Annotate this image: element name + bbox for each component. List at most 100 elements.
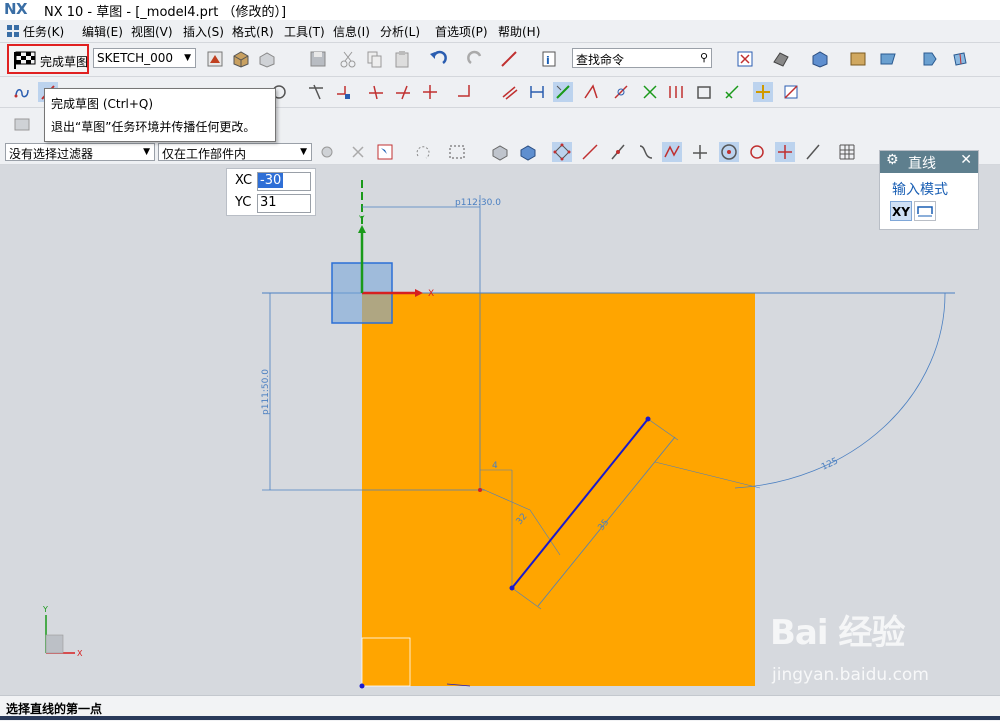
- rapid-dimension-icon[interactable]: [527, 82, 547, 102]
- grid-icon[interactable]: [837, 142, 857, 162]
- snap-intersection-icon[interactable]: [662, 142, 682, 162]
- sketch-fill-region: [362, 293, 755, 686]
- watermark-url: jingyan.baidu.com: [772, 665, 929, 685]
- snap-on-curve-icon[interactable]: [803, 142, 823, 162]
- profile-icon[interactable]: [12, 82, 32, 102]
- snap-existing-point-icon[interactable]: [775, 142, 795, 162]
- relax-dimensions-icon[interactable]: [722, 82, 742, 102]
- info-icon[interactable]: i: [540, 49, 560, 69]
- line-tool-icon[interactable]: [499, 49, 519, 69]
- view-solid-icon[interactable]: [231, 49, 251, 69]
- selection-filter-dropdown[interactable]: 没有选择过滤器 ▼: [5, 143, 155, 161]
- find-command-input[interactable]: 查找命令 ⚲: [572, 48, 712, 68]
- corner-point: [359, 683, 365, 689]
- render-style-icon[interactable]: [771, 49, 791, 69]
- update-model-icon[interactable]: [781, 82, 801, 102]
- menu-view[interactable]: 视图(V): [131, 23, 173, 40]
- quick-trim-icon[interactable]: [366, 82, 386, 102]
- xc-input[interactable]: -30: [257, 172, 311, 191]
- make-corner-icon[interactable]: [420, 82, 440, 102]
- show-constraints-icon[interactable]: [611, 82, 631, 102]
- undo-icon[interactable]: [428, 49, 448, 69]
- snap-endpoint-icon[interactable]: [552, 142, 572, 162]
- menu-tools[interactable]: 工具(T): [284, 23, 325, 40]
- auto-constraint-icon[interactable]: [581, 82, 601, 102]
- reference-point: [478, 488, 482, 492]
- menu-info[interactable]: 信息(I): [333, 23, 370, 40]
- snap-center-icon[interactable]: [719, 142, 739, 162]
- save-icon[interactable]: [308, 49, 328, 69]
- triad-x-label: X: [77, 649, 83, 658]
- sketch-name-value: SKETCH_000: [97, 51, 174, 65]
- line-panel-header[interactable]: ⚙ 直线 ✕: [880, 151, 978, 173]
- line-start-point[interactable]: [509, 585, 515, 591]
- close-icon[interactable]: ✕: [960, 152, 972, 168]
- feature-icon[interactable]: [12, 114, 32, 134]
- small-dimension-1-label: 4: [492, 461, 498, 471]
- menu-analysis[interactable]: 分析(L): [380, 23, 420, 40]
- geometric-constraint-icon[interactable]: [553, 82, 573, 102]
- sketch-orient-icon[interactable]: [205, 49, 225, 69]
- menu-format[interactable]: 格式(R): [232, 23, 274, 40]
- select-body-icon[interactable]: [518, 142, 538, 162]
- menu-task[interactable]: 任务(K): [23, 23, 64, 40]
- selection-filter-value: 没有选择过滤器: [9, 147, 94, 161]
- arc-dimension-path: [734, 292, 946, 489]
- selection-scope-dropdown[interactable]: 仅在工作部件内 ▼: [158, 143, 312, 161]
- background-icon[interactable]: [848, 49, 868, 69]
- tooltip-title: 完成草图 (Ctrl+Q): [51, 97, 154, 111]
- nx-logo: NX: [4, 0, 28, 18]
- menu-insert[interactable]: 插入(S): [183, 23, 224, 40]
- alternate-solution-icon[interactable]: [666, 82, 686, 102]
- trim-icon[interactable]: [306, 82, 326, 102]
- quick-extend-icon[interactable]: [393, 82, 413, 102]
- snap-quadrant-icon[interactable]: [747, 142, 767, 162]
- paste-icon[interactable]: [392, 49, 412, 69]
- snap-tangent-icon[interactable]: [690, 142, 710, 162]
- xy-mode-button[interactable]: XY: [890, 201, 912, 221]
- snap-curve-icon[interactable]: [636, 142, 656, 162]
- checkered-flag-icon: [13, 50, 37, 73]
- section-view-icon[interactable]: [950, 49, 970, 69]
- yc-label: YC: [235, 195, 252, 210]
- dimension-vertical-label: p111:50.0: [261, 369, 271, 415]
- svg-text:i: i: [546, 54, 550, 67]
- copy-icon[interactable]: [364, 49, 384, 69]
- snap-control-point-icon[interactable]: [608, 142, 628, 162]
- layer-icon[interactable]: [878, 49, 898, 69]
- convert-reference-icon[interactable]: [640, 82, 660, 102]
- cut-icon[interactable]: [338, 49, 358, 69]
- offset-curve-icon[interactable]: [500, 82, 520, 102]
- sketch-reattach-icon[interactable]: [257, 49, 277, 69]
- snap-midpoint-icon[interactable]: [580, 142, 600, 162]
- title-bar: NX NX 10 - 草图 - [_model4.prt （修改的）]: [0, 0, 1000, 20]
- menu-preferences[interactable]: 首选项(P): [435, 23, 488, 40]
- gear-filter-icon[interactable]: [317, 142, 337, 162]
- create-inferred-icon[interactable]: [753, 82, 773, 102]
- bottom-edge: [0, 716, 1000, 720]
- fillet-icon[interactable]: [455, 82, 475, 102]
- line-panel: ⚙ 直线 ✕ 输入模式 XY: [879, 150, 979, 230]
- input-mode-label: 输入模式: [892, 182, 948, 198]
- select-all-icon[interactable]: [348, 142, 368, 162]
- line-end-point[interactable]: [645, 416, 651, 422]
- menu-edit[interactable]: 编辑(E): [82, 23, 123, 40]
- lasso-select-icon[interactable]: [414, 142, 434, 162]
- inferred-constraints-icon[interactable]: [694, 82, 714, 102]
- rectangle-select-icon[interactable]: [447, 142, 467, 162]
- fit-view-icon[interactable]: [735, 49, 755, 69]
- status-prompt: 选择直线的第一点: [6, 702, 103, 716]
- orient-view-icon[interactable]: [920, 49, 940, 69]
- extend-icon[interactable]: [333, 82, 353, 102]
- menu-help[interactable]: 帮助(H): [498, 23, 540, 40]
- finish-sketch-button[interactable]: 完成草图: [7, 44, 89, 74]
- sketch-name-dropdown[interactable]: SKETCH_000 ▼: [93, 48, 196, 68]
- yc-input[interactable]: 31: [257, 194, 311, 213]
- select-face-icon[interactable]: [490, 142, 510, 162]
- redo-icon[interactable]: [466, 49, 486, 69]
- menu-grid-icon[interactable]: [6, 24, 20, 41]
- gear-icon[interactable]: ⚙: [886, 152, 899, 168]
- parameter-mode-button[interactable]: [914, 201, 936, 221]
- selection-snap-icon[interactable]: [375, 142, 395, 162]
- shaded-cube-icon[interactable]: [810, 49, 830, 69]
